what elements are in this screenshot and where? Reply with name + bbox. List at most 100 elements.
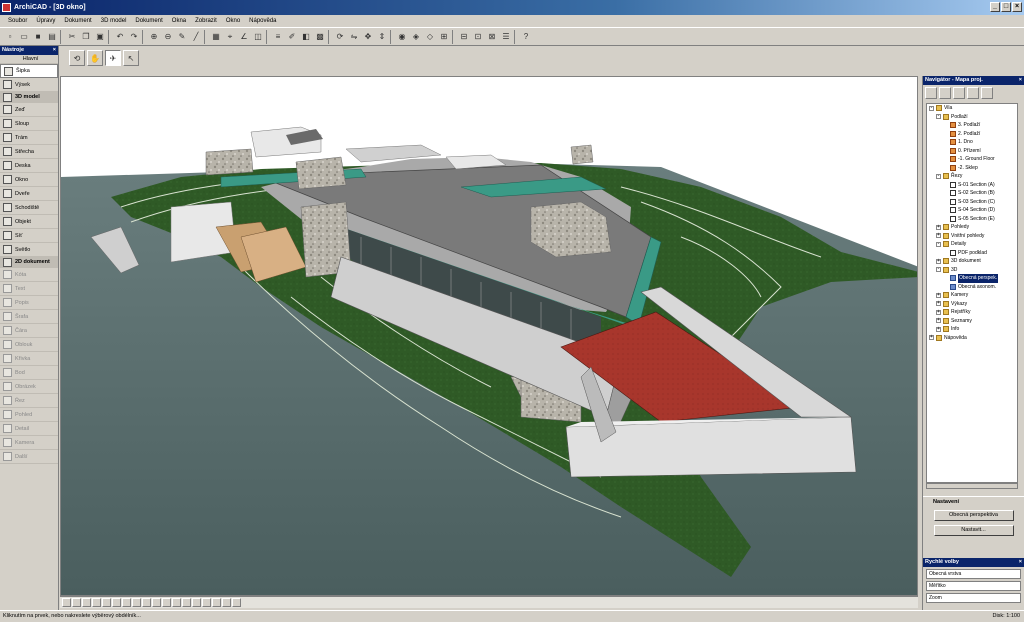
render-icon[interactable]: ◈ — [410, 31, 422, 43]
expand-toggle-icon[interactable]: + — [936, 258, 941, 264]
tree-item[interactable]: -2. Sklep — [927, 164, 1017, 173]
maximize-button[interactable]: □ — [1001, 2, 1011, 12]
expand-toggle-icon[interactable]: - — [936, 114, 941, 120]
tree-item[interactable]: 2. Podlaží — [927, 130, 1017, 139]
menu-3d[interactable]: 3D model — [101, 15, 127, 27]
materials-icon[interactable]: ◧ — [300, 31, 312, 43]
publisher-icon[interactable] — [967, 87, 979, 99]
settings-icon[interactable] — [981, 87, 993, 99]
expand-toggle-icon[interactable]: + — [936, 309, 941, 315]
view-control-icon[interactable] — [92, 598, 101, 607]
expand-toggle-icon[interactable]: + — [929, 335, 934, 341]
view-control-icon[interactable] — [132, 598, 141, 607]
tool-fill[interactable]: Šrafa — [0, 310, 58, 324]
tool-camera[interactable]: Kamera — [0, 436, 58, 450]
tool-beam[interactable]: Trám — [0, 131, 58, 145]
elevate-icon[interactable]: ⇕ — [376, 31, 388, 43]
expand-toggle-icon[interactable]: + — [936, 292, 941, 298]
view-control-icon[interactable] — [82, 598, 91, 607]
tool-text[interactable]: Text — [0, 282, 58, 296]
view-control-icon[interactable] — [112, 598, 121, 607]
elevation-icon[interactable]: ⊡ — [472, 31, 484, 43]
view-control-icon[interactable] — [182, 598, 191, 607]
zoom-select[interactable]: Zoom — [926, 593, 1021, 603]
zoom-out-icon[interactable]: ⊖ — [162, 31, 174, 43]
project-tree[interactable]: - Vila - Podlaží 3. Podlaží 2. Podlaží 1. Dno 0… — [926, 103, 1018, 483]
view-control-icon[interactable] — [222, 598, 231, 607]
snap-icon[interactable]: ⌖ — [224, 31, 236, 43]
tool-spline[interactable]: Křivka — [0, 352, 58, 366]
tree-item[interactable]: S-03 Section (C) — [927, 198, 1017, 207]
tree-item[interactable]: PDF podklad — [927, 249, 1017, 258]
floor-plan-icon[interactable]: ⊞ — [438, 31, 450, 43]
copy-icon[interactable]: ❐ — [80, 31, 92, 43]
tool-dim[interactable]: Kóta — [0, 268, 58, 282]
view-map-icon[interactable] — [939, 87, 951, 99]
pan-icon[interactable]: ✋ — [87, 50, 103, 66]
view-control-icon[interactable] — [202, 598, 211, 607]
settings-header[interactable]: Nastavení — [923, 496, 1024, 506]
menu-document[interactable]: Dokument — [64, 15, 91, 27]
print-icon[interactable]: ▤ — [46, 31, 58, 43]
detail-icon[interactable]: ⊠ — [486, 31, 498, 43]
line-tool-icon[interactable]: ╱ — [190, 31, 202, 43]
tool-marquee[interactable]: Výsek — [0, 78, 58, 92]
tool-lamp[interactable]: Světlo — [0, 243, 58, 257]
tool-line[interactable]: Čára — [0, 324, 58, 338]
help-icon[interactable]: ? — [520, 31, 532, 43]
new-icon[interactable]: ▫ — [4, 31, 16, 43]
tree-item[interactable]: -1. Ground Floor — [927, 155, 1017, 164]
layers-icon[interactable]: ≡ — [272, 31, 284, 43]
tree-item[interactable]: - Podlaží — [927, 113, 1017, 122]
tree-item[interactable]: + Seznamy — [927, 317, 1017, 326]
view-control-icon[interactable] — [102, 598, 111, 607]
view-control-icon[interactable] — [62, 598, 71, 607]
tree-item[interactable]: + Výkazy — [927, 300, 1017, 309]
toolbox-tab[interactable]: Hlavní — [0, 55, 58, 64]
close-button[interactable]: × — [1012, 2, 1022, 12]
setup-button[interactable]: Nastavit... — [933, 525, 1014, 536]
tool-arrow[interactable]: Šipka — [0, 64, 58, 78]
menu-file[interactable]: Soubor — [8, 15, 27, 27]
tree-item[interactable]: 0. Přízemí — [927, 147, 1017, 156]
tree-item[interactable]: - 3D — [927, 266, 1017, 275]
tool-door[interactable]: Dveře — [0, 187, 58, 201]
tree-item[interactable]: + Rejstříky — [927, 308, 1017, 317]
view-control-icon[interactable] — [152, 598, 161, 607]
fills-icon[interactable]: ▩ — [314, 31, 326, 43]
menu-window[interactable]: Okno — [226, 15, 240, 27]
menu-edit[interactable]: Úpravy — [36, 15, 55, 27]
layer-combination-select[interactable]: Obecná vrstva — [926, 569, 1021, 579]
redo-icon[interactable]: ↷ — [128, 31, 140, 43]
cut-icon[interactable]: ✂ — [66, 31, 78, 43]
view-control-icon[interactable] — [192, 598, 201, 607]
tree-item[interactable]: - Detaily — [927, 240, 1017, 249]
menu-help[interactable]: Nápověda — [249, 15, 276, 27]
drag-icon[interactable]: ✥ — [362, 31, 374, 43]
tool-mesh[interactable]: Síť — [0, 229, 58, 243]
view-control-icon[interactable] — [122, 598, 131, 607]
view-control-icon[interactable] — [142, 598, 151, 607]
tree-item[interactable]: + Kamery — [927, 291, 1017, 300]
menu-document-2[interactable]: Dokument — [135, 15, 162, 27]
tree-item[interactable]: + Pohledy — [927, 223, 1017, 232]
menu-view[interactable]: Zobrazit — [195, 15, 217, 27]
expand-toggle-icon[interactable]: - — [936, 173, 941, 179]
tool-stair[interactable]: Schodiště — [0, 201, 58, 215]
minimize-button[interactable]: _ — [990, 2, 1000, 12]
scale-select[interactable]: Měřítko — [926, 581, 1021, 591]
tree-item[interactable]: + Nápověda — [927, 334, 1017, 343]
walk-icon[interactable]: ✈ — [105, 50, 121, 66]
expand-toggle-icon[interactable]: + — [936, 301, 941, 307]
expand-toggle-icon[interactable]: - — [936, 241, 941, 247]
tool-arc[interactable]: Oblouk — [0, 338, 58, 352]
expand-toggle-icon[interactable]: + — [936, 233, 941, 239]
close-icon[interactable]: × — [1019, 76, 1022, 85]
tree-item[interactable]: Obecná axonom. — [927, 283, 1017, 292]
3d-window-icon[interactable]: ◇ — [424, 31, 436, 43]
undo-icon[interactable]: ↶ — [114, 31, 126, 43]
paste-icon[interactable]: ▣ — [94, 31, 106, 43]
tree-item[interactable]: S-05 Section (E) — [927, 215, 1017, 224]
tree-item[interactable]: S-01 Section (A) — [927, 181, 1017, 190]
tree-item[interactable]: - Vila — [927, 104, 1017, 113]
